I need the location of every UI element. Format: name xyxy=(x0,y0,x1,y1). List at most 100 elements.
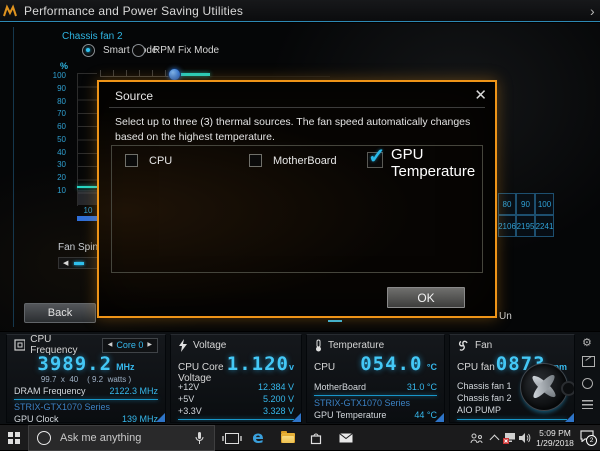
search-placeholder: Ask me anything xyxy=(60,432,141,444)
stepper-value-dash xyxy=(74,262,84,265)
ok-button[interactable]: OK xyxy=(387,287,465,308)
clock-date: 1/29/2018 xyxy=(531,438,579,448)
edit-panel-icon[interactable] xyxy=(582,356,595,367)
cyan-divider xyxy=(314,395,437,396)
thermometer-icon xyxy=(314,339,323,352)
mail-icon[interactable] xyxy=(336,425,356,451)
resize-corner-icon[interactable] xyxy=(565,413,574,422)
start-button[interactable] xyxy=(8,432,20,444)
search-box[interactable]: Ask me anything xyxy=(28,425,215,451)
voltage-value: 1.120 xyxy=(227,353,289,375)
fan-knob-icon xyxy=(561,381,575,396)
radio-unselected-icon xyxy=(132,44,145,57)
table-cell[interactable]: 90 xyxy=(516,193,535,215)
store-icon[interactable] xyxy=(306,425,326,451)
fan-curve-fill xyxy=(78,190,97,205)
page-title: Performance and Power Saving Utilities xyxy=(24,4,243,18)
settings-gear-icon[interactable]: ⚙ xyxy=(582,336,592,349)
edge-browser-icon[interactable]: e xyxy=(248,425,268,451)
people-icon[interactable] xyxy=(468,425,484,451)
y-tick: 30 xyxy=(40,160,66,170)
voltage-card: Voltage CPU Core Voltage 1.120v +12V12.3… xyxy=(170,334,302,423)
chart-scrollbar[interactable] xyxy=(77,216,99,221)
action-center-icon[interactable]: 2 xyxy=(578,425,596,451)
monitor-row: +3.3V3.328 V xyxy=(178,405,294,417)
rpm-fix-mode-label: RPM Fix Mode xyxy=(153,45,219,56)
voltage-label: CPU Core Voltage xyxy=(178,362,227,384)
slider-track-segment xyxy=(180,73,210,76)
cyan-divider xyxy=(14,399,158,400)
stepper-left-arrow-icon[interactable]: ◀ xyxy=(63,260,68,267)
cpu-checkbox-label[interactable]: CPU xyxy=(149,155,172,167)
close-icon[interactable]: ✕ xyxy=(474,86,487,104)
gpu-name: STRIX-GTX1070 Series xyxy=(314,398,437,409)
y-axis-unit: % xyxy=(60,61,68,71)
y-tick: 20 xyxy=(40,173,66,183)
y-tick: 50 xyxy=(40,135,66,145)
app-titlebar: Performance and Power Saving Utilities xyxy=(0,0,600,22)
y-tick: 80 xyxy=(40,97,66,107)
resize-corner-icon[interactable] xyxy=(156,413,165,422)
clipped-button-text[interactable]: Un xyxy=(499,311,512,322)
motherboard-checkbox[interactable] xyxy=(249,154,262,167)
gpu-temperature-checkbox-label[interactable]: GPU Temperature xyxy=(391,146,491,180)
fan-curve-line xyxy=(77,186,97,188)
motherboard-checkbox-label[interactable]: MotherBoard xyxy=(273,155,337,167)
ring-icon[interactable] xyxy=(582,378,593,389)
gpu-name: STRIX-GTX1070 Series xyxy=(178,422,294,423)
table-cell[interactable]: 80 xyxy=(498,193,516,215)
menu-icon[interactable] xyxy=(582,400,593,409)
microphone-icon[interactable] xyxy=(195,432,204,445)
card-title: Temperature xyxy=(328,340,384,351)
y-tick: 100 xyxy=(40,71,66,81)
y-tick: 70 xyxy=(40,109,66,119)
cyan-divider xyxy=(178,419,294,420)
temperature-card: Temperature CPU 054.0 °C MotherBoard31.0… xyxy=(306,334,445,423)
slider-ruler-extension xyxy=(210,76,330,77)
file-explorer-icon[interactable] xyxy=(278,425,298,451)
back-button[interactable]: Back xyxy=(24,303,96,323)
notification-badge: 2 xyxy=(586,435,597,446)
left-border-line xyxy=(13,27,14,327)
monitor-row: MotherBoard31.0 °C xyxy=(314,381,437,393)
resize-corner-icon[interactable] xyxy=(292,413,301,422)
cpu-frequency-value: 3989.2 xyxy=(37,353,112,375)
check-icon: ✓ xyxy=(368,144,386,169)
lightning-icon xyxy=(178,339,188,352)
voltage-unit: v xyxy=(289,362,294,372)
monitor-row: GPU Temperature44 °C xyxy=(314,409,437,421)
temperature-unit: °C xyxy=(427,362,437,372)
core-selector[interactable]: ◀ Core 0 ▶ xyxy=(102,338,158,353)
table-cell[interactable]: 100 xyxy=(535,193,554,215)
next-core-arrow-icon[interactable]: ▶ xyxy=(147,342,152,348)
cpu-checkbox[interactable] xyxy=(125,154,138,167)
resize-corner-icon[interactable] xyxy=(435,413,444,422)
table-cell[interactable]: 2195 xyxy=(516,215,535,237)
cortana-icon xyxy=(37,431,51,445)
table-cell[interactable]: 2241 xyxy=(535,215,554,237)
y-tick: 10 xyxy=(40,186,66,196)
monitor-row: DRAM Frequency 2122.3 MHz xyxy=(14,385,158,397)
windows-taskbar: Ask me anything e 5:09 PM 1/29/2018 2 xyxy=(0,424,600,450)
taskbar-clock[interactable]: 5:09 PM 1/29/2018 xyxy=(531,428,579,448)
network-icon[interactable] xyxy=(501,425,517,451)
table-cell[interactable]: 2106 xyxy=(498,215,516,237)
tray-chevron-up-icon[interactable] xyxy=(488,425,500,451)
core-selector-value: Core 0 xyxy=(116,340,143,350)
prev-core-arrow-icon[interactable]: ◀ xyxy=(108,342,113,348)
tuf-logo-icon xyxy=(2,4,18,18)
rpm-fix-mode-radio[interactable]: RPM Fix Mode xyxy=(132,44,219,57)
titlebar-chevron-right-icon[interactable]: › xyxy=(590,3,595,19)
fan-label: CPU fan xyxy=(457,362,495,373)
x-tick: 10 xyxy=(80,206,96,215)
task-view-button[interactable] xyxy=(222,425,242,451)
chip-icon xyxy=(14,339,25,351)
volume-icon[interactable] xyxy=(517,425,532,451)
source-dialog: Source ✕ Select up to three (3) thermal … xyxy=(97,80,497,318)
fan-rpm-table: 80 90 100 2106 2195 2241 xyxy=(498,193,554,237)
monitor-row: GPU Clock 139 MHz xyxy=(14,413,158,423)
gpu-temperature-checkbox[interactable]: ✓ xyxy=(367,152,383,168)
cyan-divider xyxy=(457,419,567,420)
temperature-value: 054.0 xyxy=(360,353,422,375)
fan-section-title: Chassis fan 2 xyxy=(62,31,123,42)
